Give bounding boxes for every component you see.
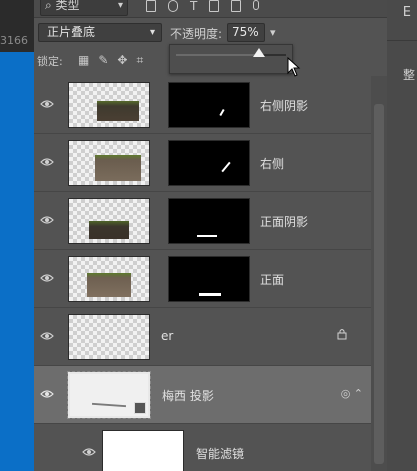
layer-mask-thumbnail[interactable] [168, 198, 250, 244]
smart-filter-row[interactable]: 智能滤镜 [34, 424, 371, 471]
eye-icon[interactable] [40, 97, 54, 111]
opacity-slider-track[interactable] [176, 54, 286, 56]
pixel-filter-icon[interactable] [146, 0, 156, 12]
eye-icon[interactable] [40, 387, 54, 401]
opacity-slider-fill [176, 54, 259, 56]
canvas-number-text: 3166 [0, 34, 28, 47]
type-filter-icon[interactable]: T [190, 0, 197, 12]
layer-row[interactable]: 正面阴影 [34, 192, 371, 250]
eye-icon[interactable] [40, 155, 54, 169]
layers-panel: ⌕ 类型 ▾ T 正片叠底 ▾ 不透明度: 75% ▾ 锁定: ▦ ✎ ✥ ⌗ [34, 0, 387, 471]
lock-label: 锁定: [37, 55, 63, 68]
layer-name[interactable]: 正面阴影 [260, 213, 308, 230]
eye-icon[interactable] [40, 213, 54, 227]
right-panel-label: E [402, 5, 411, 20]
lock-transparent-icon[interactable]: ▦ [78, 53, 89, 68]
mouse-cursor-icon [287, 57, 301, 77]
layer-mask-thumbnail[interactable] [168, 82, 250, 128]
layer-thumbnail [68, 198, 150, 244]
layer-row[interactable]: er [34, 308, 371, 366]
smart-filter-mask-thumbnail[interactable] [102, 430, 184, 471]
eye-icon[interactable] [82, 445, 96, 459]
layer-row-selected[interactable]: 梅西 投影 ◎ ⌃ [34, 366, 371, 424]
opacity-slider-popup [169, 44, 293, 74]
layer-row[interactable]: 正面 [34, 250, 371, 308]
eye-icon[interactable] [40, 271, 54, 285]
layer-row[interactable]: 右侧阴影 [34, 76, 371, 134]
layers-list: 右侧阴影 右侧 正面阴影 正面 er 梅西 投影 ◎ ⌃ 智能滤镜 [34, 76, 371, 471]
smart-filter-toggle-icon[interactable]: ◎ ⌃ [341, 387, 363, 400]
layer-row[interactable]: 右侧 [34, 134, 371, 192]
smart-object-filter-icon[interactable] [231, 0, 242, 12]
layer-mask-thumbnail[interactable] [168, 140, 250, 186]
filter-icons: T [146, 0, 260, 12]
layer-filter-row: ⌕ 类型 ▾ T [34, 0, 387, 18]
blend-mode-value: 正片叠底 [47, 25, 96, 39]
chevron-down-icon: ▾ [117, 0, 123, 11]
eye-icon[interactable] [40, 329, 54, 343]
layer-filter-dropdown[interactable]: ⌕ 类型 ▾ [40, 0, 128, 16]
adjustment-filter-icon[interactable] [168, 0, 178, 12]
opacity-dropdown-chevron-icon[interactable]: ▾ [270, 23, 276, 42]
lock-paint-icon[interactable]: ✎ [98, 53, 108, 68]
layer-name[interactable]: 正面 [260, 271, 284, 288]
lock-artboard-icon[interactable]: ⌗ [136, 53, 143, 68]
lock-icon [337, 329, 347, 340]
filter-label: 类型 [55, 0, 80, 12]
blend-mode-dropdown[interactable]: 正片叠底 ▾ [38, 23, 162, 42]
layer-thumbnail [68, 140, 150, 186]
canvas-edge: 3166 [0, 0, 34, 471]
filter-toggle-icon[interactable] [253, 0, 260, 10]
right-panel-edge: E 整 [387, 0, 417, 471]
layer-name[interactable]: 梅西 投影 [162, 387, 214, 404]
layer-mask-thumbnail[interactable] [168, 256, 250, 302]
opacity-input[interactable]: 75% [227, 23, 265, 42]
right-panel-side-label: 整 [402, 68, 415, 82]
right-panel-separator [387, 40, 417, 41]
layer-name[interactable]: 右侧 [260, 155, 284, 172]
layer-thumbnail [68, 256, 150, 302]
shape-filter-icon[interactable] [209, 0, 220, 12]
lock-move-icon[interactable]: ✥ [117, 53, 127, 68]
canvas-blue-area [0, 52, 34, 471]
search-icon: ⌕ [45, 0, 56, 12]
layer-name[interactable]: 智能滤镜 [196, 445, 244, 462]
opacity-label: 不透明度: [170, 27, 223, 41]
layer-thumbnail [68, 82, 150, 128]
scrollbar-thumb[interactable] [374, 104, 384, 464]
layer-name[interactable]: 右侧阴影 [260, 97, 308, 114]
lock-icons: ▦ ✎ ✥ ⌗ [78, 53, 143, 68]
layer-thumbnail [68, 314, 150, 360]
smart-object-badge-icon [134, 402, 146, 414]
opacity-slider-thumb[interactable] [252, 48, 265, 57]
chevron-down-icon: ▾ [149, 27, 155, 38]
layers-scrollbar[interactable] [371, 76, 387, 471]
layer-name[interactable]: er [161, 329, 173, 343]
layer-thumbnail [67, 371, 151, 419]
